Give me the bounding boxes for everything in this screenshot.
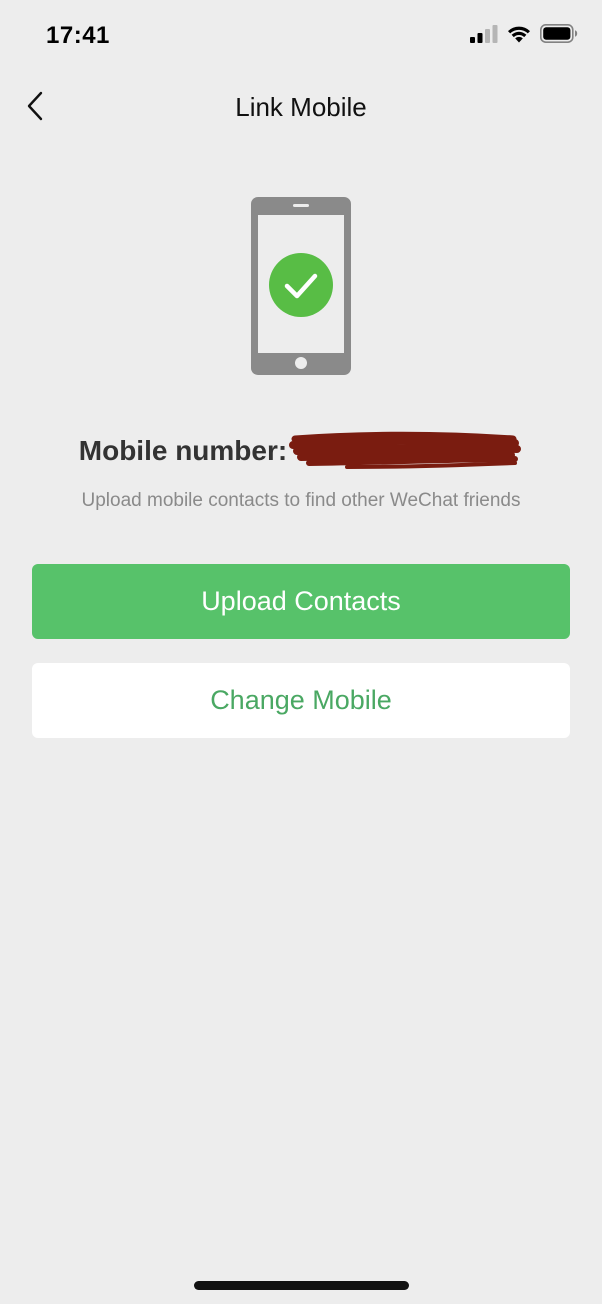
status-icons [470, 24, 578, 43]
home-indicator[interactable] [194, 1281, 409, 1290]
cellular-signal-icon [470, 24, 498, 43]
upload-contacts-button[interactable]: Upload Contacts [32, 564, 570, 639]
phone-check-icon [251, 197, 351, 375]
battery-icon [540, 24, 578, 43]
change-mobile-button[interactable]: Change Mobile [32, 663, 570, 738]
mobile-number-label: Mobile number: [78, 435, 288, 466]
page-title: Link Mobile [235, 92, 367, 122]
wifi-icon [508, 26, 530, 43]
subtitle-text: Upload mobile contacts to find other WeC… [81, 490, 521, 511]
status-bar: 17:41 [0, 0, 602, 72]
mobile-number-row: Mobile number: [0, 428, 602, 474]
redacted-number-scribble [289, 431, 522, 469]
nav-bar: Link Mobile [0, 72, 602, 142]
status-time: 17:41 [46, 22, 110, 49]
